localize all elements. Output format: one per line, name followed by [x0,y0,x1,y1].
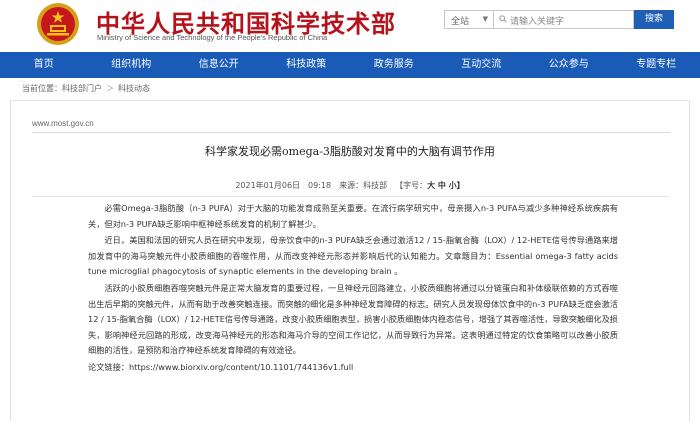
nav-item-organization[interactable]: 组织机构 [88,52,176,78]
site-title-en: Ministry of Science and Technology of th… [97,33,328,42]
paper-link-line: 论文链接：https://www.biorxiv.org/content/10.… [88,360,618,376]
search-placeholder: 请输入关键字 [510,17,565,27]
nav-item-interaction[interactable]: 互动交流 [438,52,526,78]
article-paragraph: 近日，美国和法国的研究人员在研究中发现，母亲饮食中的n-3 PUFA缺乏会通过激… [88,235,618,277]
search-icon [499,15,507,23]
chevron-down-icon: ▼ [482,15,488,23]
article-title: 科学家发现必需omega-3脂肪酸对发育中的大脑有调节作用 [205,145,495,158]
breadcrumb-separator: ＞ [106,84,114,93]
nav-item-services[interactable]: 政务服务 [350,52,438,78]
nav-item-participation[interactable]: 公众参与 [525,52,613,78]
breadcrumb: 当前位置：科技部门户 ＞ 科技动态 [22,83,150,94]
article-date: 2021年01月06日 [235,181,301,190]
font-size-label: 【字号： [395,181,428,190]
nav-item-info-disclosure[interactable]: 信息公开 [175,52,263,78]
paper-link-label: 论文链接： [88,361,129,372]
paper-link[interactable]: https://www.biorxiv.org/content/10.1101/… [129,362,353,372]
breadcrumb-item-portal[interactable]: 科技部门户 [62,84,102,93]
national-emblem-icon[interactable] [36,2,80,46]
article-meta: 2021年01月06日 09:18 来源：科技部 【字号：大 中 小】 [0,180,700,191]
article-paragraph: 必需Omega-3脂肪酸（n-3 PUFA）对于大脑的功能发育成熟至关重要。在流… [88,203,618,229]
breadcrumb-item-news[interactable]: 科技动态 [118,84,150,93]
divider [32,132,670,133]
article-time: 09:18 [308,181,332,190]
nav-item-home[interactable]: 首页 [0,52,88,78]
main-nav: 首页 组织机构 信息公开 科技政策 政务服务 互动交流 公众参与 专题专栏 [0,52,700,78]
search-button[interactable]: 搜索 [634,10,674,29]
search-scope-select[interactable]: 全站 ▼ [444,10,494,29]
search-scope-label: 全站 [451,17,470,27]
nav-item-policy[interactable]: 科技政策 [263,52,351,78]
divider [32,196,670,197]
article-paragraph: 活跃的小胶质细胞吞噬突触元件是正常大脑发育的重要过程，一旦神经元回路建立，小胶质… [88,282,618,356]
breadcrumb-label: 当前位置： [22,84,62,93]
article-source: 来源：科技部 [339,181,388,190]
site-header: 中华人民共和国科学技术部 Ministry of Science and Tec… [0,0,700,50]
article-body: 必需Omega-3脂肪酸（n-3 PUFA）对于大脑的功能发育成熟至关重要。在流… [88,201,618,377]
nav-item-topics[interactable]: 专题专栏 [613,52,700,78]
font-size-options[interactable]: 大 中 小】 [427,181,465,190]
site-url: www.most.gov.cn [32,119,94,128]
search-input[interactable]: 请输入关键字 [494,10,634,29]
